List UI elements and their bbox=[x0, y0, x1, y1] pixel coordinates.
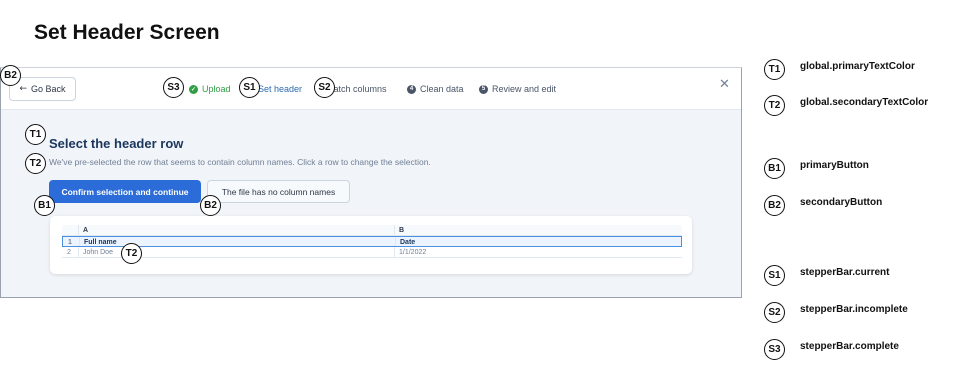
close-icon[interactable]: ✕ bbox=[719, 77, 730, 92]
page-title: Set Header Screen bbox=[34, 21, 220, 44]
marker-b2: B2 bbox=[200, 195, 221, 216]
step-review-and-edit: 5 Review and edit bbox=[479, 84, 556, 94]
step-match-columns-label: Match columns bbox=[326, 84, 387, 94]
legend-marker: B2 bbox=[764, 195, 785, 216]
app-screenshot: ← Go Back ✓ Upload Set header Match colu… bbox=[0, 67, 742, 298]
step-review-and-edit-label: Review and edit bbox=[492, 84, 557, 94]
legend-marker: T1 bbox=[764, 59, 785, 80]
step-number-4-icon: 4 bbox=[407, 84, 416, 94]
data-table-card: A B 1 Full name Date 2 John Doe 1/1/2022 bbox=[50, 216, 692, 274]
top-bar: ← Go Back ✓ Upload Set header Match colu… bbox=[1, 68, 741, 110]
legend-item: S3 stepperBar.complete bbox=[764, 339, 899, 360]
check-icon: ✓ bbox=[189, 84, 198, 94]
cell: John Doe bbox=[83, 249, 113, 256]
step-upload: ✓ Upload bbox=[189, 84, 231, 94]
legend-label: stepperBar.current bbox=[800, 267, 890, 278]
marker-t2-table: T2 bbox=[121, 243, 142, 264]
legend-label: stepperBar.complete bbox=[800, 341, 899, 352]
table-row[interactable]: 2 John Doe 1/1/2022 bbox=[62, 247, 682, 258]
legend-item: B1 primaryButton bbox=[764, 158, 869, 179]
step-number-5-icon: 5 bbox=[479, 84, 488, 94]
legend-label: global.secondaryTextColor bbox=[800, 97, 929, 108]
legend-label: secondaryButton bbox=[800, 197, 883, 208]
marker-s1: S1 bbox=[239, 77, 260, 98]
marker-s3: S3 bbox=[163, 77, 184, 98]
content-subtitle: We've pre-selected the row that seems to… bbox=[49, 157, 431, 167]
marker-t2: T2 bbox=[25, 153, 46, 174]
stepper-bar: ✓ Upload Set header Match columns 4 Clea… bbox=[1, 84, 741, 98]
table-row[interactable]: 1 Full name Date bbox=[62, 236, 682, 247]
marker-b2-go-back: B2 bbox=[0, 65, 21, 86]
content-title: Select the header row bbox=[49, 136, 184, 151]
legend-item: S1 stepperBar.current bbox=[764, 265, 889, 286]
table-header-row: A B bbox=[62, 225, 682, 236]
row-number: 2 bbox=[67, 249, 71, 256]
legend-marker: S2 bbox=[764, 302, 785, 323]
confirm-selection-button[interactable]: Confirm selection and continue bbox=[49, 180, 201, 203]
marker-s2: S2 bbox=[314, 77, 335, 98]
legend-marker: T2 bbox=[764, 95, 785, 116]
cell: Full name bbox=[84, 239, 117, 246]
legend-marker: S1 bbox=[764, 265, 785, 286]
step-clean-data: 4 Clean data bbox=[407, 84, 464, 94]
legend-item: T1 global.primaryTextColor bbox=[764, 59, 915, 80]
step-match-columns: Match columns bbox=[326, 84, 387, 94]
cell: Date bbox=[400, 239, 416, 246]
legend-label: primaryButton bbox=[800, 160, 869, 171]
legend-marker: S3 bbox=[764, 339, 785, 360]
legend-label: global.primaryTextColor bbox=[800, 61, 915, 72]
column-header-a: A bbox=[83, 227, 89, 234]
data-table: A B 1 Full name Date 2 John Doe 1/1/2022 bbox=[62, 225, 682, 258]
marker-b1: B1 bbox=[34, 195, 55, 216]
step-upload-label: Upload bbox=[202, 84, 231, 94]
marker-t1: T1 bbox=[25, 124, 46, 145]
row-number: 1 bbox=[68, 239, 72, 246]
legend-label: stepperBar.incomplete bbox=[800, 304, 908, 315]
legend-item: S2 stepperBar.incomplete bbox=[764, 302, 908, 323]
step-clean-data-label: Clean data bbox=[420, 84, 464, 94]
column-header-b: B bbox=[399, 227, 405, 234]
legend-item: B2 secondaryButton bbox=[764, 195, 882, 216]
legend-item: T2 global.secondaryTextColor bbox=[764, 95, 928, 116]
step-set-header-label: Set header bbox=[258, 84, 303, 94]
no-column-names-button[interactable]: The file has no column names bbox=[207, 180, 350, 203]
cell: 1/1/2022 bbox=[399, 249, 427, 256]
step-set-header: Set header bbox=[258, 84, 302, 94]
legend-marker: B1 bbox=[764, 158, 785, 179]
